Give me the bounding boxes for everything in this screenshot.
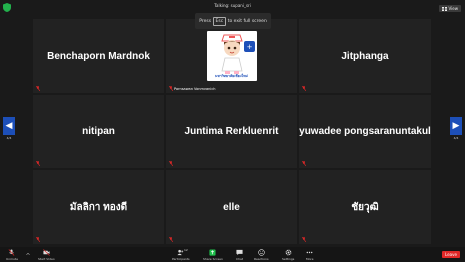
chevron-left-icon: ◀ [3,117,15,135]
toast-press: Press [199,18,212,24]
mic-muted-icon [36,161,40,166]
video-tile-4[interactable]: nitipan [33,95,164,168]
next-page-button[interactable]: ▶ 4/4 [450,117,462,145]
mic-muted-icon [36,86,40,91]
participant-tag: Pornsawan Vonmvanich [169,86,215,91]
participants-label: Participants [172,257,190,261]
chevron-right-icon: ▶ [450,117,462,135]
mic-muted-icon [169,86,173,91]
view-button[interactable]: View [438,5,461,12]
view-label: View [448,6,459,11]
audio-options-button[interactable] [26,252,30,257]
share-screen-icon [209,249,217,256]
share-screen-button[interactable]: Share Screen [203,249,223,261]
talking-indicator: Talking: supani_sri [214,3,251,8]
chevron-up-icon [26,252,30,256]
chat-icon [236,249,243,256]
participant-name: Jitphanga [341,50,389,62]
reactions-button[interactable]: Reactions [254,249,269,261]
smiley-icon [258,249,265,256]
participant-name: Pornsawan Vonmvanich [174,86,216,91]
video-tile-6[interactable]: yuwadee pongsaranuntakul [299,95,431,168]
video-tile-8[interactable]: elle [166,170,297,244]
participant-name: nitipan [82,126,115,137]
avatar-caption: มหาวิทยาลัยเชียงใหม่ [215,74,248,78]
mic-muted-icon [9,249,15,256]
mic-muted-icon [169,161,173,166]
mic-muted-icon [36,237,40,242]
settings-label: Settings [282,257,295,261]
reactions-label: Reactions [254,257,269,261]
video-tile-7[interactable]: มัลลิกา ทองดี [33,170,164,244]
esc-key: Esc [213,16,226,26]
mic-muted-icon [169,237,173,242]
top-bar: Talking: supani_sri View [0,0,465,12]
toast-text: to exit full screen [227,18,267,24]
grid-icon [441,6,447,11]
prev-page-button[interactable]: ◀ 4/4 [3,117,15,145]
video-tile-9[interactable]: ชัยวุฒิ [299,170,431,244]
participant-name: Benchaporn Mardnok [47,50,150,62]
more-label: More [306,257,314,261]
participant-name: มัลลิกา ทองดี [69,201,128,213]
participant-name: Juntima Rerkluenrit [184,126,279,137]
start-video-button[interactable]: Start Video [38,249,55,261]
mic-muted-icon [302,161,306,166]
video-tile-1[interactable]: Benchaporn Mardnok [33,19,164,93]
participant-avatar: + มหาวิทยาลัยเชียงใหม่ [206,31,257,81]
participant-name: yuwadee pongsaranuntakul [299,126,431,137]
video-tile-5[interactable]: Juntima Rerkluenrit [166,95,297,168]
leave-button[interactable]: Leave [442,251,460,258]
more-button[interactable]: More [306,249,313,261]
meeting-toolbar: Unmute Start Video Participants 12 Share… [0,247,465,262]
participants-count: 12 [184,248,188,252]
next-page-indicator: 4/4 [453,136,459,140]
unmute-button[interactable]: Unmute [6,249,18,261]
share-screen-label: Share Screen [203,257,223,261]
participant-name: ชัยวุฒิ [351,201,379,213]
video-tile-2[interactable]: + มหาวิทยาลัยเชียงใหม่ Pornsawan Vonmvan… [166,19,297,93]
mic-muted-icon [302,237,306,242]
video-off-icon [43,249,50,256]
participant-name: elle [223,201,240,213]
more-icon [306,251,313,254]
chat-button[interactable]: Chat [236,249,243,261]
gear-icon [285,249,292,256]
mic-muted-icon [302,86,306,91]
fullscreen-toast: Press Esc to exit full screen [195,13,271,29]
prev-page-indicator: 4/4 [6,136,12,140]
svg-text:+: + [246,43,252,51]
settings-button[interactable]: Settings [282,249,294,261]
start-video-label: Start Video [38,257,55,261]
video-grid: Benchaporn Mardnok + มหาวิทยาลัยเชียงใหม… [33,19,431,244]
chat-label: Chat [236,257,244,261]
video-tile-3[interactable]: Jitphanga [299,19,431,93]
unmute-label: Unmute [6,257,18,261]
